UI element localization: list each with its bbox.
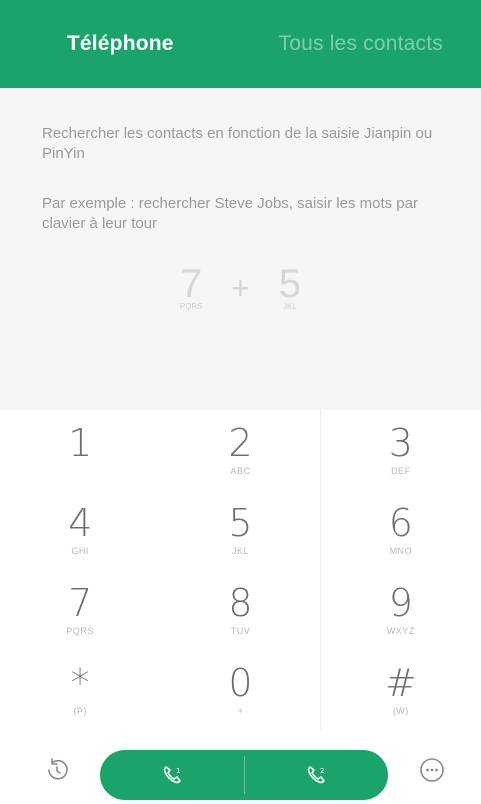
tab-all-contacts[interactable]: Tous les contacts — [241, 0, 481, 88]
svg-text:2: 2 — [320, 767, 324, 775]
key-letters: MNO — [389, 546, 413, 556]
key-digit: # — [384, 661, 417, 705]
key-digit: 1 — [68, 421, 93, 465]
example-letters: JKL — [282, 302, 297, 311]
dialer-screen: Téléphone Tous les contacts Rechercher l… — [0, 0, 481, 804]
hint-text-example: Par exemple : rechercher Steve Jobs, sai… — [42, 195, 418, 232]
call-button-group: 1 2 — [100, 750, 388, 800]
key-digit: 9 — [388, 581, 413, 625]
dial-key-2[interactable]: 2 ABC — [160, 410, 320, 490]
history-icon — [48, 758, 68, 780]
key-letters: WXYZ — [386, 626, 415, 636]
dial-key-3[interactable]: 3 DEF — [321, 410, 481, 490]
dial-pad-divider — [320, 410, 321, 730]
dial-key-5[interactable]: 5 JKL — [160, 490, 320, 570]
history-button[interactable] — [38, 750, 78, 790]
dial-key-9[interactable]: 9 WXYZ — [321, 570, 481, 650]
example-digit: 7 — [180, 262, 203, 306]
key-letters: (P) — [73, 706, 87, 716]
more-button[interactable] — [412, 750, 452, 790]
example-digit: 5 — [278, 262, 301, 306]
call-sim1-button[interactable]: 1 — [100, 750, 244, 800]
hint-example-keys: 7 PQRS + 5 JKL — [0, 264, 481, 311]
call-sim1-icon: 1 — [163, 766, 181, 784]
key-letters: DEF — [391, 466, 411, 476]
more-icon — [420, 758, 444, 782]
example-key-5: 5 JKL — [260, 264, 320, 311]
key-digit: 8 — [228, 581, 253, 625]
key-letters: TUV — [230, 626, 251, 636]
dial-key-7[interactable]: 7 PQRS — [0, 570, 160, 650]
tab-telephone[interactable]: Téléphone — [0, 0, 241, 88]
call-action-bar: 1 2 — [0, 736, 481, 804]
example-letters: PQRS — [179, 302, 203, 311]
key-digit: 6 — [388, 501, 413, 545]
key-letters: (W) — [392, 706, 409, 716]
call-sim2-button[interactable]: 2 — [245, 750, 389, 800]
dial-key-6[interactable]: 6 MNO — [321, 490, 481, 570]
key-letters: + — [237, 706, 244, 716]
example-plus: + — [231, 270, 250, 306]
key-letters: GHI — [71, 546, 89, 556]
dial-key-1[interactable]: 1 — [0, 410, 160, 490]
key-digit: 2 — [228, 421, 253, 465]
dial-key-hash[interactable]: # (W) — [321, 650, 481, 730]
key-digit: 3 — [388, 421, 413, 465]
key-digit: * — [70, 661, 90, 705]
example-key-7: 7 PQRS — [161, 264, 221, 311]
key-digit: 7 — [68, 581, 93, 625]
dial-key-0[interactable]: 0 + — [160, 650, 320, 730]
dial-key-4[interactable]: 4 GHI — [0, 490, 160, 570]
tab-bar: Téléphone Tous les contacts — [0, 0, 481, 88]
key-digit: 0 — [228, 661, 253, 705]
key-letters: ABC — [230, 466, 251, 476]
key-digit: 5 — [228, 501, 253, 545]
key-letters: PQRS — [66, 626, 94, 636]
svg-text:1: 1 — [176, 767, 180, 775]
key-digit: 4 — [68, 501, 93, 545]
key-letters: JKL — [231, 546, 249, 556]
dial-key-8[interactable]: 8 TUV — [160, 570, 320, 650]
search-hint-panel: Rechercher les contacts en fonction de l… — [0, 88, 481, 410]
hint-text-description: Rechercher les contacts en fonction de l… — [42, 125, 433, 162]
call-sim2-icon: 2 — [308, 766, 326, 784]
dial-key-star[interactable]: * (P) — [0, 650, 160, 730]
dial-pad: 1 2 ABC 3 DEF 4 GHI 5 JKL 6 MNO 7 PQRS 8 — [0, 410, 481, 730]
